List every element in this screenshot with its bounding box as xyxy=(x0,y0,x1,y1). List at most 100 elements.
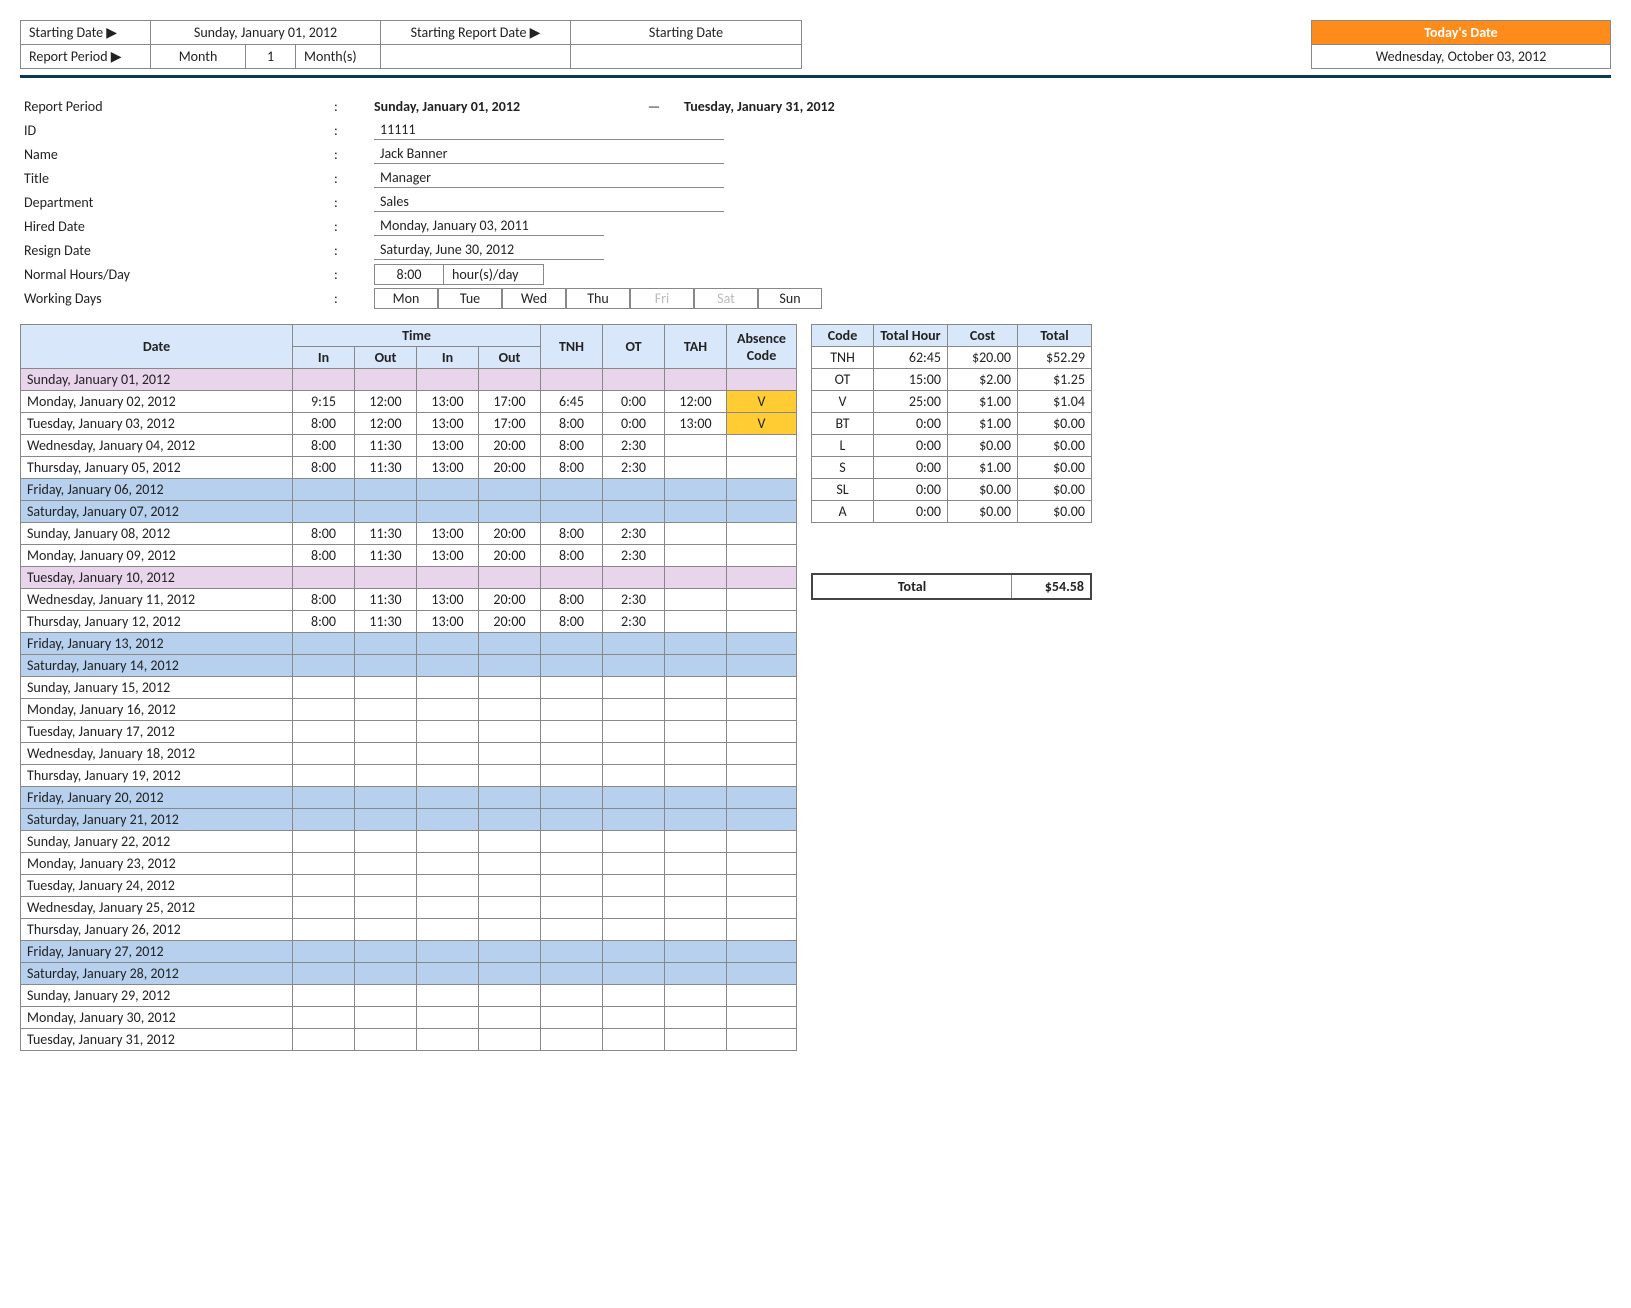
cell-time[interactable] xyxy=(541,567,603,589)
cell-time[interactable] xyxy=(603,787,665,809)
cell-time[interactable] xyxy=(603,809,665,831)
cell-time[interactable] xyxy=(665,875,727,897)
timesheet-row[interactable]: Tuesday, January 31, 2012 xyxy=(21,1029,797,1051)
cell-time[interactable] xyxy=(293,787,355,809)
cell-time[interactable] xyxy=(355,633,417,655)
cell-time[interactable] xyxy=(355,831,417,853)
cell-time[interactable] xyxy=(603,985,665,1007)
cell-time[interactable]: 20:00 xyxy=(479,523,541,545)
cell-time[interactable]: 2:30 xyxy=(603,523,665,545)
cell-time[interactable] xyxy=(479,1007,541,1029)
cell-absence[interactable] xyxy=(727,897,797,919)
cell-time[interactable]: 8:00 xyxy=(541,523,603,545)
cell-time[interactable] xyxy=(417,941,479,963)
cell-time[interactable] xyxy=(665,457,727,479)
cell-time[interactable] xyxy=(417,809,479,831)
cell-time[interactable]: 8:00 xyxy=(541,589,603,611)
dept-value[interactable]: Sales xyxy=(374,192,724,212)
cell-time[interactable]: 11:30 xyxy=(355,435,417,457)
cell-time[interactable] xyxy=(479,897,541,919)
cell-time[interactable] xyxy=(293,633,355,655)
cell-time[interactable] xyxy=(541,479,603,501)
timesheet-row[interactable]: Monday, January 23, 2012 xyxy=(21,853,797,875)
cell-absence[interactable] xyxy=(727,589,797,611)
cell-time[interactable] xyxy=(665,831,727,853)
name-value[interactable]: Jack Banner xyxy=(374,144,724,164)
day-wed[interactable]: Wed xyxy=(502,288,566,309)
cell-time[interactable] xyxy=(541,1007,603,1029)
cell-time[interactable] xyxy=(293,831,355,853)
cell-time[interactable] xyxy=(665,941,727,963)
cell-time[interactable]: 8:00 xyxy=(541,611,603,633)
cell-time[interactable] xyxy=(603,765,665,787)
cell-time[interactable] xyxy=(355,941,417,963)
cell-time[interactable] xyxy=(541,369,603,391)
cell-time[interactable] xyxy=(665,985,727,1007)
cell-absence[interactable] xyxy=(727,699,797,721)
cell-time[interactable] xyxy=(293,963,355,985)
resign-value[interactable]: Saturday, June 30, 2012 xyxy=(374,240,604,260)
cell-time[interactable] xyxy=(541,853,603,875)
cell-time[interactable] xyxy=(355,721,417,743)
starting-date-value[interactable]: Sunday, January 01, 2012 xyxy=(151,21,381,44)
cell-time[interactable] xyxy=(541,831,603,853)
cell-time[interactable]: 9:15 xyxy=(293,391,355,413)
cell-time[interactable] xyxy=(293,941,355,963)
cell-time[interactable] xyxy=(603,1029,665,1051)
timesheet-row[interactable]: Thursday, January 19, 2012 xyxy=(21,765,797,787)
cell-time[interactable]: 17:00 xyxy=(479,413,541,435)
cell-time[interactable] xyxy=(665,787,727,809)
cell-time[interactable] xyxy=(293,1007,355,1029)
cell-time[interactable]: 13:00 xyxy=(417,435,479,457)
cell-time[interactable] xyxy=(293,721,355,743)
cell-time[interactable] xyxy=(479,787,541,809)
cell-time[interactable] xyxy=(479,1029,541,1051)
cell-time[interactable] xyxy=(355,853,417,875)
cell-absence[interactable] xyxy=(727,1029,797,1051)
cell-time[interactable] xyxy=(603,479,665,501)
cell-time[interactable]: 13:00 xyxy=(417,457,479,479)
cell-time[interactable] xyxy=(479,809,541,831)
cell-time[interactable] xyxy=(479,677,541,699)
cell-time[interactable] xyxy=(665,897,727,919)
cell-time[interactable] xyxy=(479,831,541,853)
cell-time[interactable] xyxy=(541,633,603,655)
cell-time[interactable] xyxy=(541,963,603,985)
cell-time[interactable]: 0:00 xyxy=(603,391,665,413)
cell-time[interactable] xyxy=(417,743,479,765)
timesheet-row[interactable]: Sunday, January 01, 2012 xyxy=(21,369,797,391)
cell-time[interactable]: 8:00 xyxy=(293,611,355,633)
cell-time[interactable] xyxy=(355,699,417,721)
cell-time[interactable] xyxy=(293,853,355,875)
cell-absence[interactable] xyxy=(727,633,797,655)
cell-time[interactable]: 17:00 xyxy=(479,391,541,413)
cell-time[interactable] xyxy=(417,1007,479,1029)
cell-time[interactable] xyxy=(293,985,355,1007)
cell-time[interactable]: 2:30 xyxy=(603,435,665,457)
cell-time[interactable] xyxy=(541,809,603,831)
day-sun[interactable]: Sun xyxy=(758,288,822,309)
cell-time[interactable] xyxy=(541,941,603,963)
cell-time[interactable] xyxy=(355,567,417,589)
cell-absence[interactable] xyxy=(727,369,797,391)
cell-time[interactable] xyxy=(665,545,727,567)
cell-time[interactable]: 20:00 xyxy=(479,435,541,457)
cell-time[interactable] xyxy=(603,721,665,743)
cell-time[interactable] xyxy=(479,699,541,721)
cell-time[interactable] xyxy=(665,963,727,985)
cell-time[interactable] xyxy=(479,479,541,501)
cell-absence[interactable] xyxy=(727,765,797,787)
cell-absence[interactable] xyxy=(727,545,797,567)
cell-time[interactable]: 12:00 xyxy=(355,391,417,413)
timesheet-row[interactable]: Saturday, January 14, 2012 xyxy=(21,655,797,677)
cell-time[interactable] xyxy=(665,479,727,501)
cell-time[interactable] xyxy=(665,699,727,721)
cell-time[interactable] xyxy=(417,985,479,1007)
timesheet-row[interactable]: Monday, January 16, 2012 xyxy=(21,699,797,721)
cell-time[interactable] xyxy=(417,831,479,853)
timesheet-row[interactable]: Wednesday, January 25, 2012 xyxy=(21,897,797,919)
cell-time[interactable] xyxy=(603,875,665,897)
cell-time[interactable] xyxy=(355,897,417,919)
cell-absence[interactable] xyxy=(727,787,797,809)
cell-time[interactable] xyxy=(603,831,665,853)
